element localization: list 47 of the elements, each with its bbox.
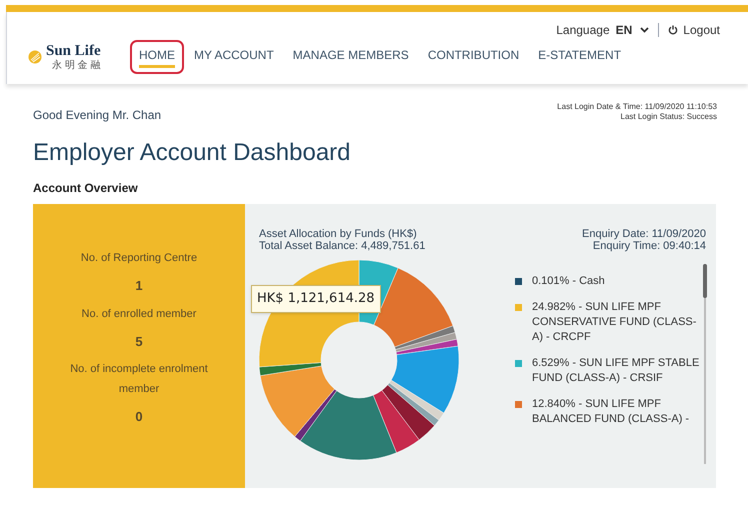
stat-label: No. of enrolled member [80, 306, 198, 322]
donut-slice[interactable] [382, 384, 435, 440]
last-login-time: Last Login Date & Time: 11/09/2020 11:10:53 [557, 102, 717, 112]
greeting-text: Good Evening Mr. Chan [33, 107, 162, 124]
donut-slice[interactable] [260, 366, 335, 437]
stat-value: 0 [135, 408, 143, 426]
legend-label: 12.840% - SUN LIFE MPF BALANCED FUND (CLASS-A) - [532, 397, 690, 427]
donut-slice[interactable] [390, 346, 459, 414]
stat-value: 1 [135, 277, 143, 295]
donut-slice[interactable] [389, 380, 444, 420]
legend-label: 6.529% - SUN LIFE MPF STABLE FUND (CLASS-A) - CRSIF [532, 356, 700, 386]
chart-title: Asset Allocation by Funds (HK$) [259, 228, 418, 240]
donut-slice[interactable] [294, 388, 337, 442]
donut-slice[interactable] [300, 390, 397, 460]
value-tooltip[interactable]: HK$ 1,121,614.28 [251, 285, 381, 312]
language-label: Language [556, 22, 610, 39]
language-select[interactable]: EN [616, 21, 650, 39]
stat-label: No. of Reporting Centre [80, 251, 198, 266]
donut-slice[interactable] [259, 362, 322, 376]
section-title: Account Overview [33, 180, 139, 197]
donut-slice[interactable] [394, 326, 456, 350]
legend-label: 0.101% - Cash [532, 274, 606, 289]
logo-name: Sun Life [46, 44, 101, 58]
enquiry-date: Enquiry Date: 11/09/2020 [582, 228, 706, 240]
donut-slice[interactable] [374, 268, 454, 348]
chevron-down-icon [640, 27, 650, 33]
logout-link[interactable]: Logout [668, 21, 720, 39]
nav-tab[interactable]: E-STATEMENT [529, 40, 630, 74]
donut-slice[interactable] [395, 332, 458, 352]
nav-tab[interactable]: HOME [130, 40, 184, 74]
donut-slice[interactable] [396, 338, 458, 355]
nav-tab[interactable]: MANAGE MEMBERS [284, 40, 418, 74]
donut-slice[interactable] [387, 382, 440, 426]
stat-value: 5 [135, 332, 143, 350]
stat-label: No. of incomplete enrolment member [69, 362, 209, 397]
legend-label: 24.982% - SUN LIFE MPF CONSERVATIVE FUND (CLASS-A) - CRCPF [532, 300, 698, 345]
logo-subtitle: 永 明 金 融 [52, 60, 101, 70]
donut-slice[interactable] [372, 390, 420, 453]
nav-tab[interactable]: MY ACCOUNT [185, 40, 283, 74]
power-icon [668, 25, 678, 35]
total-balance: Total Asset Balance: 4,489,751.61 [259, 240, 426, 252]
enquiry-time: Enquiry Time: 09:40:14 [592, 240, 706, 252]
page-title: Employer Account Dashboard [33, 141, 352, 165]
scrollbar-thumb[interactable] [703, 264, 707, 298]
last-login-status: Last Login Status: Success [620, 112, 717, 122]
sun-logo-icon [27, 49, 43, 65]
nav-tab[interactable]: CONTRIBUTION [418, 40, 528, 74]
